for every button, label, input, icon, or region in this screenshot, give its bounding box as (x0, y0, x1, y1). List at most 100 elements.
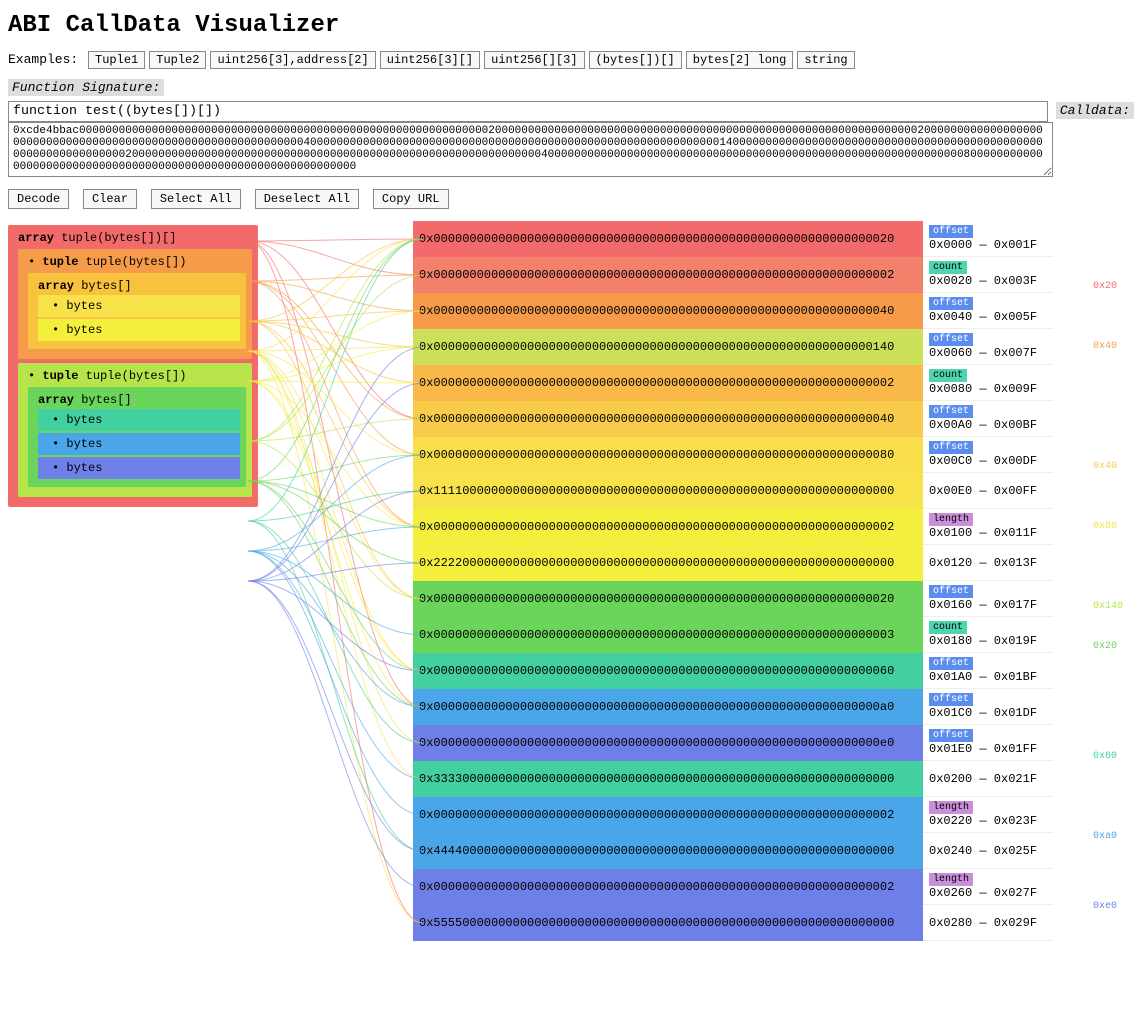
word-row[interactable]: 0x00000000000000000000000000000000000000… (413, 581, 923, 617)
word-tag-count: count (929, 621, 967, 634)
word-row[interactable]: 0x00000000000000000000000000000000000000… (413, 329, 923, 365)
offset-row: 0x0200 — 0x021F (923, 761, 1053, 797)
offset-row: offset0x0000 — 0x001F (923, 221, 1053, 257)
offset-row: 0x0240 — 0x025F (923, 833, 1053, 869)
word-row[interactable]: 0x00000000000000000000000000000000000000… (413, 797, 923, 833)
arrow-label: 0x60 (1093, 751, 1117, 762)
action-row: Decode Clear Select All Deselect All Cop… (8, 189, 1140, 209)
word-row[interactable]: 0x55550000000000000000000000000000000000… (413, 905, 923, 941)
clear-button[interactable]: Clear (83, 189, 137, 209)
tree-node-array-1[interactable]: array bytes[] bytes bytes bytes (28, 387, 246, 487)
tree-node-root[interactable]: array tuple(bytes[])[] tuple tuple(bytes… (8, 225, 258, 507)
offsets-column: offset0x0000 — 0x001Fcount0x0020 — 0x003… (923, 221, 1053, 941)
offset-row: offset0x01E0 — 0x01FF (923, 725, 1053, 761)
offset-row: offset0x01C0 — 0x01DF (923, 689, 1053, 725)
signature-input[interactable] (8, 101, 1048, 122)
arrow-label: 0x20 (1093, 641, 1117, 652)
offset-row: offset0x00C0 — 0x00DF (923, 437, 1053, 473)
tree-node-tuple-1[interactable]: tuple tuple(bytes[]) array bytes[] bytes… (18, 363, 252, 497)
word-tag-count: count (929, 261, 967, 274)
word-tag-length: length (929, 873, 973, 886)
offset-row: 0x00E0 — 0x00FF (923, 473, 1053, 509)
offset-row: 0x0280 — 0x029F (923, 905, 1053, 941)
calldata-textarea[interactable] (8, 122, 1053, 177)
visualization: array tuple(bytes[])[] tuple tuple(bytes… (8, 221, 1140, 941)
example-button-6[interactable]: bytes[2] long (686, 51, 794, 69)
word-row[interactable]: 0x00000000000000000000000000000000000000… (413, 401, 923, 437)
select-all-button[interactable]: Select All (151, 189, 241, 209)
word-row[interactable]: 0x00000000000000000000000000000000000000… (413, 617, 923, 653)
word-row[interactable]: 0x22220000000000000000000000000000000000… (413, 545, 923, 581)
word-tag-offset: offset (929, 225, 973, 238)
offset-row: offset0x0160 — 0x017F (923, 581, 1053, 617)
word-tag-count: count (929, 369, 967, 382)
sig-label: Function Signature: (8, 79, 164, 96)
tree-leaf-bytes-1-1[interactable]: bytes (38, 433, 240, 455)
example-button-0[interactable]: Tuple1 (88, 51, 145, 69)
word-tag-length: length (929, 801, 973, 814)
arrow-label: 0x80 (1093, 521, 1117, 532)
word-row[interactable]: 0x00000000000000000000000000000000000000… (413, 293, 923, 329)
example-button-1[interactable]: Tuple2 (149, 51, 206, 69)
example-button-7[interactable]: string (797, 51, 854, 69)
tree-node-tuple-0[interactable]: tuple tuple(bytes[]) array bytes[] bytes… (18, 249, 252, 359)
offset-row: count0x0020 — 0x003F (923, 257, 1053, 293)
tree-leaf-bytes-0-1[interactable]: bytes (38, 319, 240, 341)
deselect-all-button[interactable]: Deselect All (255, 189, 359, 209)
examples-label: Examples: (8, 52, 78, 67)
tree-leaf-bytes-1-0[interactable]: bytes (38, 409, 240, 431)
example-button-5[interactable]: (bytes[])[] (589, 51, 682, 69)
word-row[interactable]: 0x00000000000000000000000000000000000000… (413, 509, 923, 545)
word-tag-offset: offset (929, 729, 973, 742)
tree-leaf-bytes-1-2[interactable]: bytes (38, 457, 240, 479)
offset-row: offset0x01A0 — 0x01BF (923, 653, 1053, 689)
tree-leaf-bytes-0-0[interactable]: bytes (38, 295, 240, 317)
offset-row: count0x0180 — 0x019F (923, 617, 1053, 653)
arrow-label: 0xa0 (1093, 831, 1117, 842)
offset-row: length0x0220 — 0x023F (923, 797, 1053, 833)
arrow-label: 0x40 (1093, 341, 1117, 352)
offset-row: offset0x0060 — 0x007F (923, 329, 1053, 365)
offset-row: offset0x00A0 — 0x00BF (923, 401, 1053, 437)
example-button-2[interactable]: uint256[3],address[2] (210, 51, 375, 69)
word-row[interactable]: 0x00000000000000000000000000000000000000… (413, 365, 923, 401)
link-curves (248, 221, 423, 1001)
word-row[interactable]: 0x00000000000000000000000000000000000000… (413, 221, 923, 257)
word-row[interactable]: 0x11110000000000000000000000000000000000… (413, 473, 923, 509)
arrow-label: 0x40 (1093, 461, 1117, 472)
word-tag-offset: offset (929, 693, 973, 706)
word-row[interactable]: 0x00000000000000000000000000000000000000… (413, 653, 923, 689)
word-row[interactable]: 0x33330000000000000000000000000000000000… (413, 761, 923, 797)
page-title: ABI CallData Visualizer (8, 12, 1140, 39)
arrow-label: 0x20 (1093, 281, 1117, 292)
example-button-3[interactable]: uint256[3][] (380, 51, 480, 69)
tree-column: array tuple(bytes[])[] tuple tuple(bytes… (8, 221, 258, 511)
tree-node-array-0[interactable]: array bytes[] bytes bytes (28, 273, 246, 349)
offset-row: length0x0100 — 0x011F (923, 509, 1053, 545)
arrow-label: 0xe0 (1093, 901, 1117, 912)
example-button-4[interactable]: uint256[][3] (484, 51, 584, 69)
word-row[interactable]: 0x44440000000000000000000000000000000000… (413, 833, 923, 869)
offset-row: 0x0120 — 0x013F (923, 545, 1053, 581)
offset-row: count0x0080 — 0x009F (923, 365, 1053, 401)
word-tag-length: length (929, 513, 973, 526)
word-row[interactable]: 0x00000000000000000000000000000000000000… (413, 869, 923, 905)
examples-row: Examples: Tuple1Tuple2uint256[3],address… (8, 51, 1140, 69)
copy-url-button[interactable]: Copy URL (373, 189, 449, 209)
word-tag-offset: offset (929, 441, 973, 454)
offset-row: length0x0260 — 0x027F (923, 869, 1053, 905)
word-tag-offset: offset (929, 405, 973, 418)
word-tag-offset: offset (929, 333, 973, 346)
word-tag-offset: offset (929, 657, 973, 670)
decode-button[interactable]: Decode (8, 189, 69, 209)
words-column: 0x00000000000000000000000000000000000000… (413, 221, 923, 941)
word-row[interactable]: 0x00000000000000000000000000000000000000… (413, 257, 923, 293)
word-row[interactable]: 0x00000000000000000000000000000000000000… (413, 689, 923, 725)
word-row[interactable]: 0x00000000000000000000000000000000000000… (413, 725, 923, 761)
word-row[interactable]: 0x00000000000000000000000000000000000000… (413, 437, 923, 473)
calldata-label: Calldata: (1056, 102, 1134, 119)
offset-row: offset0x0040 — 0x005F (923, 293, 1053, 329)
word-tag-offset: offset (929, 297, 973, 310)
arrow-label: 0x140 (1093, 601, 1123, 612)
word-tag-offset: offset (929, 585, 973, 598)
